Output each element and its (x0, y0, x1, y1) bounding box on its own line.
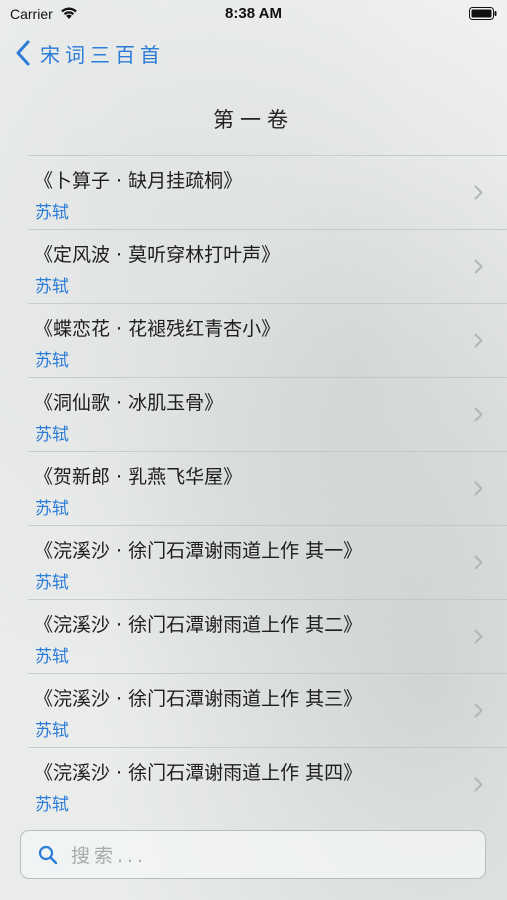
chevron-right-icon (474, 777, 483, 792)
poem-author: 苏轼 (35, 721, 69, 741)
chevron-right-icon (474, 703, 483, 718)
poem-author: 苏轼 (35, 277, 69, 297)
poem-title: 《卜算子 · 缺月挂疏桐》 (34, 170, 243, 192)
poem-author: 苏轼 (35, 647, 69, 667)
poem-author: 苏轼 (35, 573, 69, 593)
back-button[interactable]: 宋词三百首 (14, 38, 165, 68)
page-title: 第一卷 (213, 108, 294, 132)
chevron-right-icon (474, 481, 483, 496)
chevron-right-icon (474, 185, 483, 200)
poem-list: 《卜算子 · 缺月挂疏桐》 苏轼 《定风波 · 莫听穿林打叶声》 苏轼 《蝶恋花 · 花… (28, 155, 507, 821)
poem-title: 《洞仙歌 · 冰肌玉骨》 (34, 392, 224, 414)
poem-author: 苏轼 (35, 499, 69, 519)
magnifier-icon (38, 845, 58, 865)
poem-title: 《浣溪沙 · 徐门石潭谢雨道上作 其一》 (34, 540, 363, 562)
list-item[interactable]: 《蝶恋花 · 花褪残红青杏小》 苏轼 (28, 303, 507, 377)
poem-title: 《贺新郎 · 乳燕飞华屋》 (34, 466, 243, 488)
chevron-right-icon (474, 407, 483, 422)
list-item[interactable]: 《浣溪沙 · 徐门石潭谢雨道上作 其三》 苏轼 (28, 673, 507, 747)
list-item[interactable]: 《浣溪沙 · 徐门石潭谢雨道上作 其一》 苏轼 (28, 525, 507, 599)
status-bar: Carrier 8:38 AM (0, 0, 507, 28)
clock: 8:38 AM (225, 5, 282, 22)
poem-title: 《浣溪沙 · 徐门石潭谢雨道上作 其二》 (34, 614, 363, 636)
poem-title: 《蝶恋花 · 花褪残红青杏小》 (34, 318, 281, 340)
chevron-right-icon (474, 555, 483, 570)
battery-icon (469, 7, 497, 20)
chevron-right-icon (474, 259, 483, 274)
list-item[interactable]: 《卜算子 · 缺月挂疏桐》 苏轼 (28, 155, 507, 229)
chevron-left-icon (16, 40, 30, 66)
poem-title: 《浣溪沙 · 徐门石潭谢雨道上作 其四》 (34, 762, 363, 784)
poem-author: 苏轼 (35, 425, 69, 445)
poem-author: 苏轼 (35, 795, 69, 815)
chevron-right-icon (474, 333, 483, 348)
poem-title: 《定风波 · 莫听穿林打叶声》 (34, 244, 281, 266)
poem-author: 苏轼 (35, 351, 69, 371)
search-input[interactable] (69, 840, 473, 872)
list-item[interactable]: 《贺新郎 · 乳燕飞华屋》 苏轼 (28, 451, 507, 525)
back-button-label: 宋词三百首 (40, 42, 165, 67)
poem-title: 《浣溪沙 · 徐门石潭谢雨道上作 其三》 (34, 688, 363, 710)
poem-author: 苏轼 (35, 203, 69, 223)
list-item[interactable]: 《浣溪沙 · 徐门石潭谢雨道上作 其四》 苏轼 (28, 747, 507, 821)
screen: Carrier 8:38 AM 宋词三百首 第一卷 《卜算子 · 缺月挂疏桐》苏… (0, 0, 507, 900)
list-item[interactable]: 《洞仙歌 · 冰肌玉骨》 苏轼 (28, 377, 507, 451)
search-bar[interactable] (20, 830, 486, 879)
chevron-right-icon (474, 629, 483, 644)
list-item[interactable]: 《浣溪沙 · 徐门石潭谢雨道上作 其二》 苏轼 (28, 599, 507, 673)
list-item[interactable]: 《定风波 · 莫听穿林打叶声》 苏轼 (28, 229, 507, 303)
